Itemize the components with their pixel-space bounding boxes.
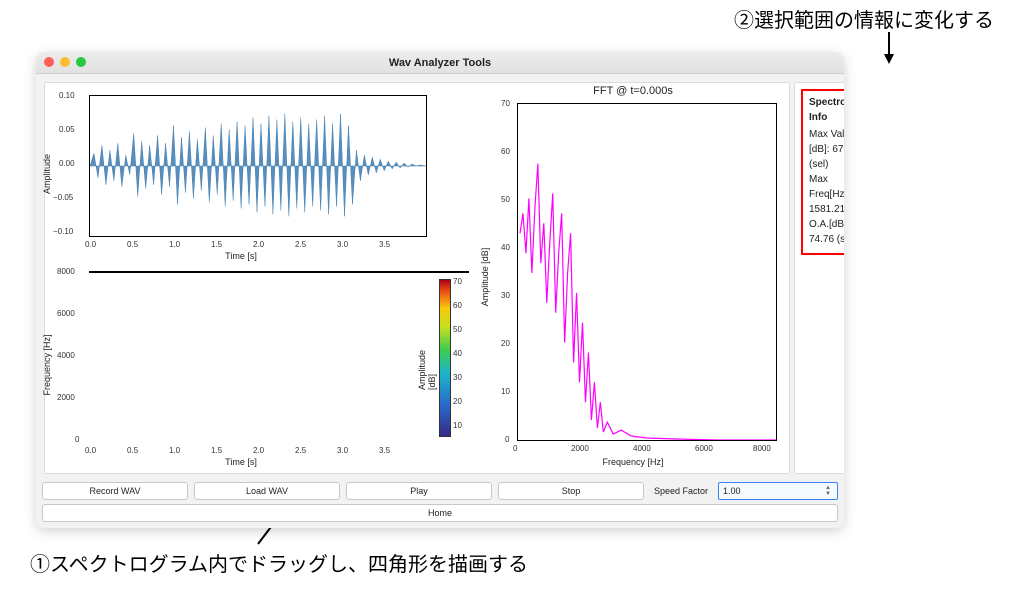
spectrogram-xlabel: Time [s] [225, 457, 257, 467]
info-heading: Spectrogram Info [809, 95, 844, 125]
stepper-icon[interactable]: ▲▼ [825, 484, 835, 498]
spectrogram-ylabel: Frequency [Hz] [42, 334, 52, 395]
fft-ylabel: Amplitude [dB] [480, 248, 490, 307]
close-icon[interactable] [44, 57, 54, 67]
spectrogram-info-box: Spectrogram Info Max Value [dB]: 67.92 (… [801, 89, 844, 255]
info-panel: Spectrogram Info Max Value [dB]: 67.92 (… [794, 82, 844, 474]
spectrogram-plot[interactable]: Frequency [Hz] Time [s] 80 [51, 265, 431, 465]
waveform-trace [90, 96, 426, 236]
load-button[interactable]: Load WAV [194, 482, 340, 500]
annotation-bottom: ①スペクトログラム内でドラッグし、四角形を描画する [30, 548, 528, 577]
fft-trace [518, 104, 776, 440]
info-line: Max Value [dB]: 67.92 (sel) [809, 127, 844, 172]
speed-factor-input[interactable]: 1.00 ▲▼ [718, 482, 838, 500]
waveform-xlabel: Time [s] [225, 251, 257, 261]
fft-plot[interactable]: FFT @ t=0.000s Amplitude [dB] Frequency … [483, 89, 783, 465]
selection-rectangle[interactable] [274, 271, 321, 272]
info-line: Max Freq[Hz]: 1581.21 (sel) [809, 172, 844, 217]
arrow-to-info [874, 30, 904, 66]
maximize-icon[interactable] [76, 57, 86, 67]
home-button[interactable]: Home [42, 504, 838, 522]
minimize-icon[interactable] [60, 57, 70, 67]
colorbar: Amplitude [dB] 70 60 50 40 30 20 10 [437, 265, 477, 465]
fft-xlabel: Frequency [Hz] [602, 457, 663, 467]
waveform-ylabel: Amplitude [42, 154, 52, 194]
speed-factor-label: Speed Factor [650, 486, 712, 496]
window-title: Wav Analyzer Tools [389, 57, 491, 69]
play-button[interactable]: Play [346, 482, 492, 500]
titlebar: Wav Analyzer Tools [36, 52, 844, 74]
annotation-top: ②選択範囲の情報に変化する [734, 4, 994, 33]
stop-button[interactable]: Stop [498, 482, 644, 500]
app-window: Wav Analyzer Tools Amplitude Time [s] 0.… [36, 52, 844, 528]
fft-title: FFT @ t=0.000s [593, 85, 673, 97]
toolbar-row: Record WAV Load WAV Play Stop Speed Fact… [36, 478, 844, 502]
speed-factor-value: 1.00 [723, 486, 741, 496]
waveform-plot[interactable]: Amplitude Time [s] 0.10 0.05 0.00 −0.05 … [51, 89, 431, 259]
colorbar-label: Amplitude [dB] [417, 340, 437, 390]
record-button[interactable]: Record WAV [42, 482, 188, 500]
info-line: O.A.[dB]: 74.76 (sel) [809, 217, 844, 247]
plots-area: Amplitude Time [s] 0.10 0.05 0.00 −0.05 … [44, 82, 790, 474]
